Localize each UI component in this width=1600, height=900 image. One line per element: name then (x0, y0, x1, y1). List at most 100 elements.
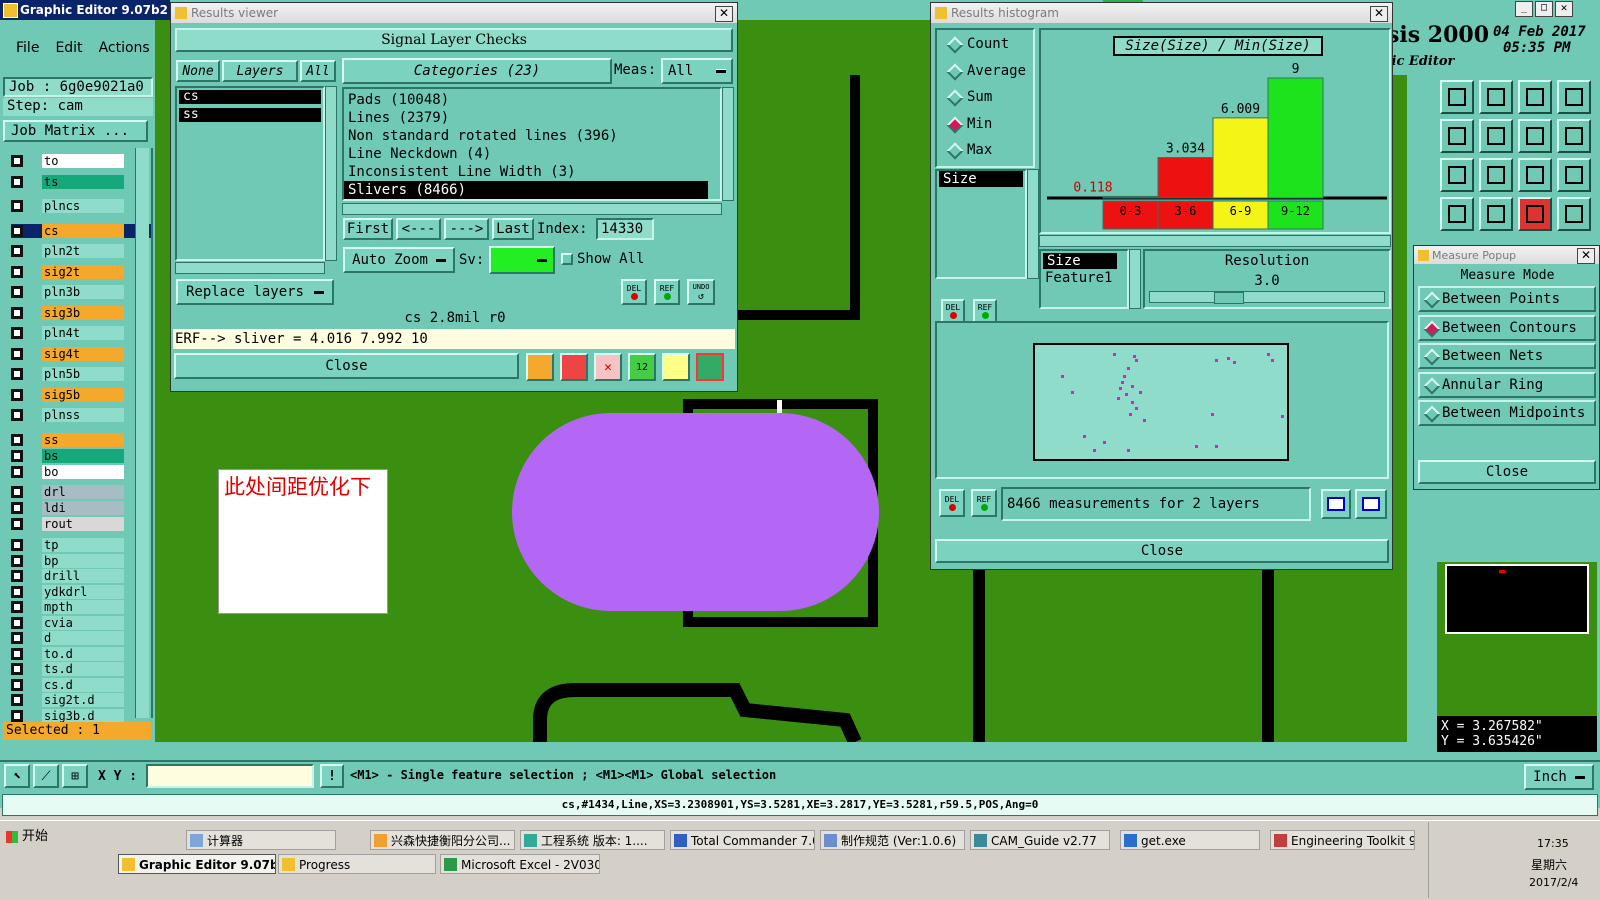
layer-name[interactable]: sig3b.d (42, 708, 124, 723)
layer-checkbox[interactable] (11, 570, 23, 582)
layer-name[interactable]: bp (42, 553, 124, 568)
layer-row-cs.d[interactable]: cs.d (11, 677, 151, 692)
layer-row-rout[interactable]: rout (11, 516, 151, 531)
size-item[interactable]: Size (1043, 253, 1117, 269)
layer-name[interactable]: sig2t.d (42, 693, 124, 707)
category-item[interactable]: Inconsistent Line Width (3) (344, 163, 720, 181)
layer-checkbox[interactable] (11, 663, 23, 675)
layer-name[interactable]: plncs (42, 199, 124, 213)
tool-icon[interactable] (1479, 80, 1513, 114)
layer-list-vscroll[interactable] (325, 86, 337, 261)
del-button[interactable]: DEL (621, 279, 647, 305)
layer-name[interactable]: drl (42, 484, 124, 499)
attr-list[interactable]: Size (935, 169, 1027, 279)
layer-row-drill[interactable]: drill (11, 569, 151, 583)
layer-checkbox[interactable] (11, 694, 23, 706)
layer-row-sig4t[interactable]: sig4t (11, 346, 151, 361)
layer-checkbox[interactable] (11, 388, 23, 401)
radio-icon[interactable] (946, 36, 964, 54)
maximize-icon[interactable]: □ (1535, 1, 1553, 17)
layer-name[interactable]: ldi (42, 500, 124, 515)
layer-row-ss[interactable]: ss (11, 432, 151, 447)
zoom-to-icon[interactable] (1321, 489, 1351, 519)
all-button[interactable]: All (300, 60, 336, 82)
undo-button[interactable]: UNDO ↺ (687, 279, 715, 305)
monitor-icon[interactable] (560, 353, 588, 381)
layer-checkbox[interactable] (11, 327, 23, 339)
option-count[interactable]: Count (937, 34, 1033, 56)
layer-checkbox[interactable] (11, 200, 23, 212)
measure-tool-icon[interactable]: ⟋ (33, 764, 59, 788)
measure-popup-titlebar[interactable]: Measure Popup ✕ (1414, 246, 1599, 264)
close-icon[interactable]: ✕ (715, 6, 733, 22)
layer-name[interactable]: to (42, 154, 124, 168)
layer-checkbox[interactable] (11, 155, 23, 167)
layer-row-bp[interactable]: bp (11, 553, 151, 568)
tool-icon[interactable] (1518, 197, 1552, 231)
layer-checkbox[interactable] (11, 709, 23, 722)
index-input[interactable]: 14330 (596, 218, 654, 240)
radio-icon[interactable] (946, 63, 964, 80)
taskbar-button[interactable]: 兴森快捷衡阳分公司... (370, 830, 515, 850)
radio-icon[interactable] (946, 116, 964, 133)
layer-name[interactable]: tp (42, 538, 124, 552)
tool-icon[interactable] (1518, 119, 1552, 153)
layer-name[interactable]: pln3b (42, 285, 124, 299)
layer-row-sig5b[interactable]: sig5b (11, 387, 151, 402)
taskbar-button[interactable]: Microsoft Excel - 2V030K... (440, 854, 600, 874)
close-icon[interactable]: ✕ (1555, 1, 1573, 17)
start-button[interactable]: 开始 (4, 826, 64, 848)
menu-edit[interactable]: Edit (55, 40, 82, 56)
layer-row-pln2t[interactable]: pln2t (11, 244, 151, 258)
layer-checkbox[interactable] (11, 306, 23, 319)
select-arrow-icon[interactable]: ⬉ (4, 764, 30, 788)
layer-row-to.d[interactable]: to.d (11, 646, 151, 661)
layer-name[interactable]: sig4t (42, 346, 124, 361)
layer-checkbox[interactable] (11, 409, 23, 421)
layer-row-bo[interactable]: bo (11, 464, 151, 479)
layer-checkbox[interactable] (11, 632, 23, 644)
layer-name[interactable]: pln5b (42, 367, 124, 381)
radio-icon[interactable] (1423, 405, 1441, 423)
layer-row-sig2t[interactable]: sig2t (11, 264, 151, 279)
layer-name[interactable]: bs (42, 448, 124, 463)
layer-name[interactable]: to.d (42, 646, 124, 661)
layer-name[interactable]: ss (42, 432, 124, 447)
layer-row-sig3b[interactable]: sig3b (11, 305, 151, 320)
chart-hscroll[interactable] (1039, 235, 1391, 247)
layer-result-list[interactable]: cs ss (175, 86, 325, 261)
layer-name[interactable]: cs (42, 223, 124, 238)
measure-option[interactable]: Annular Ring (1418, 371, 1596, 398)
layer-checkbox[interactable] (11, 601, 23, 613)
radio-icon[interactable] (946, 89, 964, 107)
meas-select[interactable]: All (661, 58, 733, 84)
layer-checkbox[interactable] (11, 678, 23, 691)
slider-thumb[interactable] (1214, 292, 1244, 304)
layer-name[interactable]: drill (42, 569, 124, 583)
histogram-bar[interactable] (1157, 157, 1214, 199)
layer-checkbox[interactable] (11, 286, 23, 298)
results-close-button[interactable]: Close (174, 353, 519, 379)
option-max[interactable]: Max (937, 140, 1033, 162)
layer-row-pln4t[interactable]: pln4t (11, 326, 151, 340)
layer-checkbox[interactable] (11, 585, 23, 598)
display-icon[interactable] (526, 353, 554, 381)
radio-icon[interactable] (1423, 348, 1441, 366)
layer-result-item[interactable]: cs (179, 90, 321, 104)
tool-icon[interactable] (1479, 158, 1513, 192)
layer-checkbox[interactable] (11, 501, 23, 514)
measure-option[interactable]: Between Contours (1418, 314, 1596, 341)
tool-icon[interactable] (1440, 119, 1474, 153)
category-item[interactable]: Lines (2379) (344, 109, 720, 127)
taskbar-button[interactable]: Graphic Editor 9.07b2 ... (118, 854, 276, 874)
histogram-bar[interactable] (1267, 77, 1324, 199)
scatter-ref-button[interactable]: REF (971, 489, 997, 517)
units-select[interactable]: Inch (1524, 764, 1594, 790)
layer-name[interactable]: pln4t (42, 326, 124, 340)
layer-name[interactable]: ts.d (42, 662, 124, 676)
app-titlebar[interactable]: Graphic Editor 9.07b2 (00 (0, 0, 170, 20)
layer-row-to[interactable]: to (11, 154, 151, 168)
taskbar-button[interactable]: Engineering Toolkit 9.... (1270, 830, 1415, 850)
layers-button[interactable]: Layers (222, 60, 298, 82)
attr-item[interactable]: Size (939, 171, 1023, 187)
